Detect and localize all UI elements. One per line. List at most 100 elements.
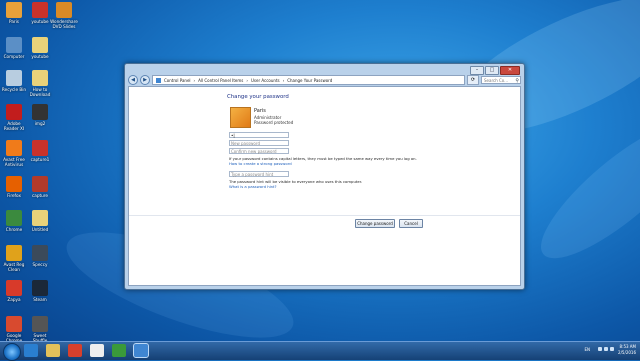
change-password-window: – □ ✕ ◀ ▶ Control Panel › All Control Pan… — [124, 63, 525, 290]
desktop-icon[interactable]: Computer — [0, 37, 28, 59]
explorer-icon[interactable] — [46, 344, 60, 357]
desktop-icon-label: capture — [31, 193, 49, 198]
desktop-icon[interactable]: youtube — [26, 37, 54, 59]
volume-icon[interactable] — [610, 347, 614, 351]
speccy-icon — [32, 245, 48, 261]
desktop-icon[interactable]: Wondershare DVD Slides — [50, 2, 78, 29]
desktop-icon-label: Avast Reg Clean — [3, 262, 25, 272]
desktop-icon[interactable]: Avast Free Antivirus — [0, 140, 28, 167]
computer-icon — [6, 37, 22, 53]
ie-icon[interactable] — [24, 344, 38, 357]
minimize-button[interactable]: – — [470, 66, 484, 75]
desktop-icon-label: Adobe Reader XI — [3, 121, 25, 131]
camtasia-icon[interactable] — [112, 344, 126, 357]
desktop-icon-label: How to Download — [29, 87, 51, 97]
current-password-field[interactable]: •| — [229, 132, 289, 138]
pdf-icon — [6, 104, 22, 120]
clock-date: 2/5/2016 — [618, 350, 636, 355]
desktop-icon[interactable]: capture — [26, 176, 54, 198]
desktop-icon[interactable]: Sweet Shuffle — [26, 316, 54, 343]
desktop-icon[interactable]: Zapya — [0, 280, 28, 302]
steam-icon — [32, 280, 48, 296]
password-hint-link[interactable]: What is a password hint? — [229, 184, 277, 189]
video-icon — [32, 2, 48, 18]
breadcrumb-0[interactable]: Control Panel — [164, 78, 191, 83]
desktop-icon-label: Speccy — [32, 262, 48, 267]
desktop-icon[interactable]: Steam — [26, 280, 54, 302]
desktop-icon-label: Recycle Bin — [1, 87, 27, 92]
desktop-icon-label: Firefox — [7, 193, 21, 198]
flag-icon[interactable] — [598, 347, 602, 351]
user-folder-icon — [6, 2, 22, 18]
divider — [129, 215, 520, 216]
strong-password-link[interactable]: How to create a strong password — [229, 161, 292, 166]
password-hint-field[interactable]: Type a password hint — [229, 171, 289, 177]
breadcrumb-1[interactable]: All Control Panel Items — [198, 78, 243, 83]
clock[interactable]: 8:53 AM 2/5/2016 — [618, 344, 636, 356]
chrome-icon[interactable] — [68, 344, 82, 357]
user-avatar — [230, 107, 251, 128]
user-status: Password protected — [254, 120, 294, 125]
firefox-icon — [6, 176, 22, 192]
start-button[interactable] — [3, 343, 21, 361]
desktop-icon-label: Steam — [33, 297, 47, 302]
desktop-icon[interactable]: Avast Reg Clean — [0, 245, 28, 272]
tool-icon — [6, 245, 22, 261]
folder-icon — [32, 70, 48, 86]
language-indicator[interactable]: EN — [584, 347, 590, 352]
desktop-icon-label: Paris — [9, 19, 19, 24]
address-bar[interactable]: Control Panel › All Control Panel Items › … — [152, 75, 465, 85]
forward-button[interactable]: ▶ — [140, 75, 150, 85]
desktop-icon-label: youtube — [31, 54, 49, 59]
desktop-icon-label: Zapya — [7, 297, 21, 302]
caption-buttons: – □ ✕ — [470, 66, 520, 75]
maximize-button[interactable]: □ — [485, 66, 499, 75]
close-button[interactable]: ✕ — [500, 66, 520, 75]
control-panel-icon[interactable] — [133, 343, 149, 358]
desktop-icon[interactable]: Chrome — [0, 210, 28, 232]
desktop-icon[interactable]: Adobe Reader XI — [0, 104, 28, 131]
desktop-icon[interactable]: capture1 — [26, 140, 54, 162]
desktop-icon-label: img2 — [34, 121, 46, 126]
confirm-password-field[interactable]: Confirm new password — [229, 148, 289, 154]
desktop-icon[interactable]: How to Download — [26, 70, 54, 97]
system-tray — [598, 347, 614, 351]
control-panel-icon — [156, 77, 161, 83]
app-icon — [32, 316, 48, 332]
desktop-icon[interactable]: img2 — [26, 104, 54, 126]
desktop-icon-label: Chrome — [5, 227, 23, 232]
search-input[interactable]: Search Co... ⚲ — [481, 76, 521, 84]
folder-icon — [32, 37, 48, 53]
breadcrumb-3[interactable]: Change Your Password — [287, 78, 332, 83]
chrome-icon — [6, 316, 22, 332]
desktop-icon[interactable]: Google Chrome — [0, 316, 28, 343]
change-password-button[interactable]: Change password — [355, 219, 395, 228]
zapya-icon — [6, 280, 22, 296]
search-icon[interactable]: ⚲ — [515, 77, 519, 85]
desktop-icon[interactable]: Paris — [0, 2, 28, 24]
ccleaner-icon[interactable] — [90, 344, 104, 357]
back-button[interactable]: ◀ — [128, 75, 138, 85]
desktop-icon[interactable]: Untitled — [26, 210, 54, 232]
desktop-icon[interactable]: Speccy — [26, 245, 54, 267]
document-icon — [32, 210, 48, 226]
desktop-icon-label: Computer — [3, 54, 25, 59]
taskbar: EN 8:53 AM 2/5/2016 — [0, 341, 640, 361]
recycle-bin-icon — [6, 70, 22, 86]
cancel-button[interactable]: Cancel — [399, 219, 423, 228]
app-icon — [56, 2, 72, 18]
search-placeholder: Search Co... — [484, 78, 508, 83]
desktop-icon[interactable]: Firefox — [0, 176, 28, 198]
page-title: Change your password — [227, 94, 289, 100]
desktop-icon-label: Untitled — [31, 227, 49, 232]
new-password-field[interactable]: New password — [229, 140, 289, 146]
desktop-icon[interactable]: Recycle Bin — [0, 70, 28, 92]
video-icon — [32, 176, 48, 192]
network-icon[interactable] — [604, 347, 608, 351]
refresh-button[interactable]: ⟳ — [467, 75, 479, 85]
user-name: Paris — [254, 108, 266, 114]
breadcrumb-2[interactable]: User Accounts — [251, 78, 280, 83]
desktop-icon-label: Avast Free Antivirus — [3, 157, 25, 167]
content-pane: Change your password Paris Administrator… — [128, 86, 521, 286]
desktop-icon-label: Wondershare DVD Slides — [50, 19, 78, 29]
